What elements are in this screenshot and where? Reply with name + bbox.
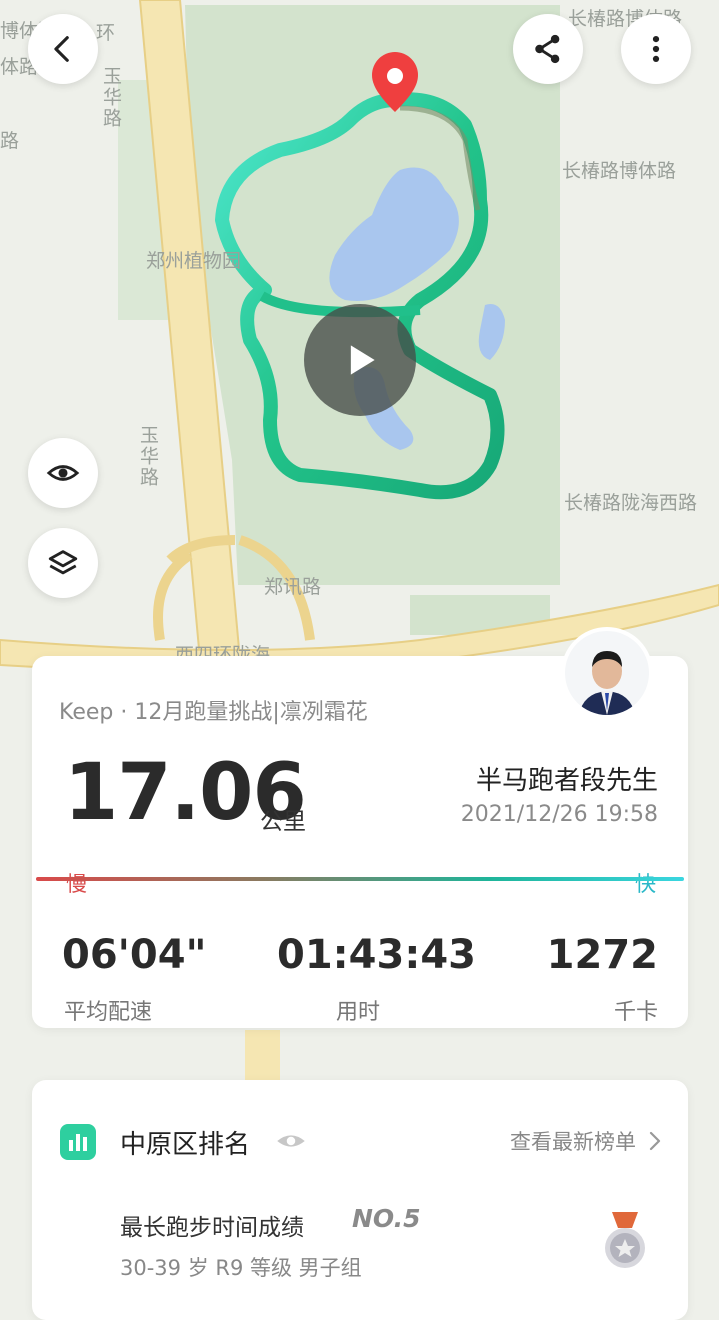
share-icon (535, 34, 560, 64)
activity-datetime: 2021/12/26 19:58 (460, 802, 658, 827)
avg-pace-label: 平均配速 (64, 1000, 153, 1025)
share-button[interactable] (513, 14, 583, 84)
run-summary-card: Keep · 12月跑量挑战|凛冽霜花 17.06 公里 半马跑者段先生 202… (32, 656, 688, 1028)
back-button[interactable] (28, 14, 98, 84)
replay-play-button[interactable] (304, 304, 416, 416)
ranking-card: 中原区排名 查看最新榜单 最长跑步时间成绩 NO.5 30-39 岁 R9 等级… (32, 1080, 688, 1320)
map-label: 玉华路 (100, 66, 122, 129)
road-stub (245, 1030, 280, 1080)
pace-fast-label: 快 (635, 872, 656, 896)
layers-icon (48, 550, 78, 575)
calories-value: 1272 (546, 932, 658, 978)
user-avatar-photo (565, 631, 649, 715)
map-label: 郑讯路 (264, 576, 322, 598)
chevron-right-icon (649, 1131, 661, 1151)
more-button[interactable] (621, 14, 691, 84)
map-label: 环 (96, 22, 116, 44)
eye-icon (46, 465, 80, 481)
pace-gradient-bar (36, 877, 684, 881)
ranking-title: 中原区排名 (120, 1130, 251, 1160)
activity-source: Keep · 12月跑量挑战|凛冽霜花 (59, 700, 368, 725)
map-label: 长椿路博体路 (562, 160, 677, 182)
map-label: 长椿路陇海西路 (564, 492, 698, 514)
avatar[interactable] (565, 631, 649, 715)
ranking-visibility-icon[interactable] (276, 1128, 306, 1158)
map-label-park: 郑州植物园 (146, 250, 242, 272)
user-name: 半马跑者段先生 (475, 766, 658, 796)
visibility-button[interactable] (28, 438, 98, 508)
map-label: 路 (0, 130, 20, 152)
map-layers-button[interactable] (28, 528, 98, 598)
duration-label: 用时 (336, 1000, 381, 1025)
ranking-item-group: 30-39 岁 R9 等级 男子组 (120, 1256, 362, 1280)
pace-slow-label: 慢 (66, 872, 87, 896)
more-vertical-icon (652, 35, 660, 63)
play-icon (350, 345, 375, 375)
distance-unit: 公里 (260, 809, 306, 835)
chevron-left-icon (54, 36, 69, 62)
ranking-item-title: 最长跑步时间成绩 (120, 1215, 304, 1241)
map-label: 玉华路 (137, 425, 159, 488)
ranking-chart-icon (60, 1124, 96, 1160)
calories-label: 千卡 (613, 1000, 658, 1025)
medal-icon (602, 1212, 648, 1276)
view-latest-label: 查看最新榜单 (510, 1130, 636, 1154)
avg-pace-value: 06'04" (62, 932, 207, 978)
duration-value: 01:43:43 (277, 932, 476, 978)
view-latest-ranking-link[interactable]: 查看最新榜单 (510, 1126, 662, 1156)
ranking-item-rank: NO.5 (352, 1204, 421, 1233)
